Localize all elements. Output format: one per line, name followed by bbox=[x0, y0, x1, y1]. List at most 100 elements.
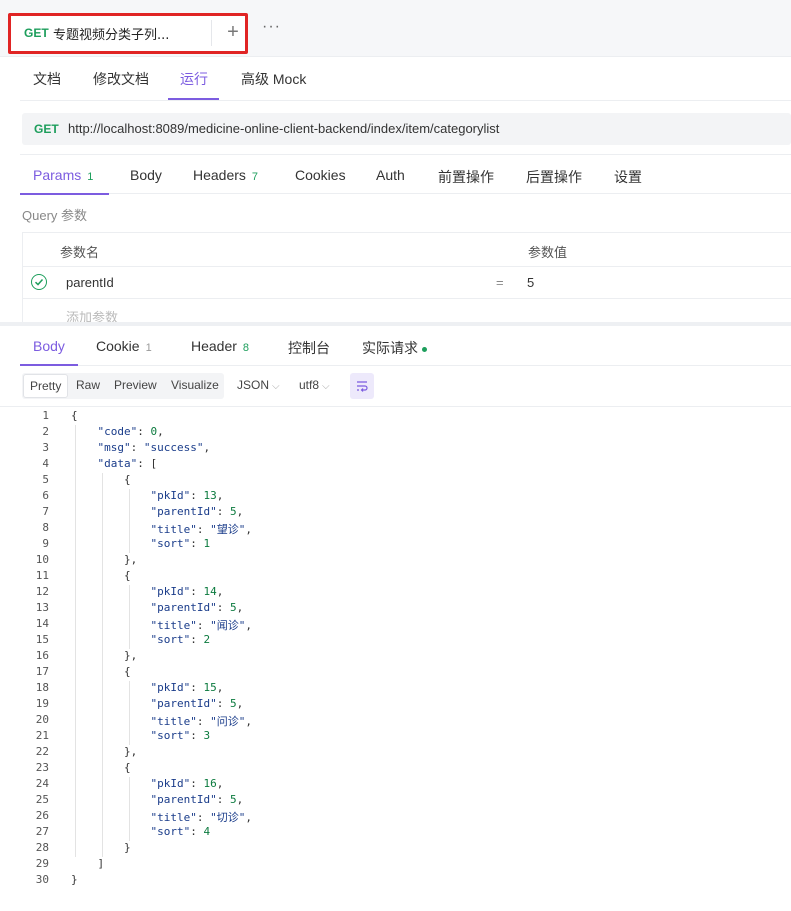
tab-response-header[interactable]: Header 8 bbox=[191, 338, 249, 354]
tab-params-label: Params bbox=[33, 167, 82, 183]
param-name-field[interactable]: parentId bbox=[66, 275, 114, 290]
params-count-badge: 1 bbox=[87, 171, 94, 183]
code-text: "title": "闻诊", bbox=[150, 619, 252, 632]
code-text: }, bbox=[71, 649, 138, 662]
code-line: 1{ bbox=[0, 409, 791, 425]
code-line: 12 "pkId": 14, bbox=[0, 585, 791, 601]
code-line: 7 "parentId": 5, bbox=[0, 505, 791, 521]
tab-cookie-label: Cookie bbox=[96, 338, 140, 354]
code-line: 10 }, bbox=[0, 553, 791, 569]
response-body-viewer[interactable]: 1{2 "code": 0, 3 "msg": "success", 4 "data… bbox=[0, 406, 791, 911]
code-line: 14 "title": "闻诊", bbox=[0, 617, 791, 633]
code-line: 9 "sort": 1 bbox=[0, 537, 791, 553]
url-bar[interactable]: GET http://localhost:8089/medicine-onlin… bbox=[22, 113, 791, 145]
param-value-field[interactable]: 5 bbox=[527, 275, 534, 290]
tab-headers[interactable]: Headers 7 bbox=[193, 167, 258, 183]
code-line: 20 "title": "问诊", bbox=[0, 713, 791, 729]
code-text: "sort": 3 bbox=[150, 729, 211, 742]
url-method[interactable]: GET bbox=[34, 122, 59, 136]
tab-run[interactable]: 运行 bbox=[180, 69, 208, 89]
line-number: 19 bbox=[35, 697, 49, 710]
code-line: 8 "title": "望诊", bbox=[0, 521, 791, 537]
line-number: 28 bbox=[35, 841, 49, 854]
tab-advanced-mock[interactable]: 高级 Mock bbox=[241, 69, 306, 89]
table-header: 参数名 参数值 bbox=[23, 233, 791, 267]
tab-edit-doc[interactable]: 修改文档 bbox=[93, 69, 149, 89]
cookie-count-badge: 1 bbox=[145, 342, 152, 354]
mode-preview[interactable]: Preview bbox=[114, 378, 157, 392]
line-number: 17 bbox=[35, 665, 49, 678]
ellipsis-icon[interactable]: ··· bbox=[262, 18, 281, 36]
line-number: 8 bbox=[42, 521, 49, 534]
code-text: "sort": 2 bbox=[150, 633, 211, 646]
line-number: 29 bbox=[35, 857, 49, 870]
tab-console[interactable]: 控制台 bbox=[288, 338, 330, 358]
code-line: 3 "msg": "success", bbox=[0, 441, 791, 457]
mode-raw[interactable]: Raw bbox=[76, 378, 100, 392]
line-number: 5 bbox=[42, 473, 49, 486]
url-input[interactable]: http://localhost:8089/medicine-online-cl… bbox=[68, 121, 499, 136]
request-tab-active[interactable]: GET 专题视频分类子列... + bbox=[8, 13, 248, 54]
wrap-lines-icon[interactable] bbox=[350, 373, 374, 399]
tab-actual-request[interactable]: 实际请求 bbox=[362, 338, 427, 358]
code-line: 4 "data": [ bbox=[0, 457, 791, 473]
code-text: "title": "问诊", bbox=[150, 715, 252, 728]
tab-body[interactable]: Body bbox=[130, 167, 162, 183]
tab-response-body[interactable]: Body bbox=[33, 338, 65, 354]
mode-visualize[interactable]: Visualize bbox=[171, 378, 219, 392]
code-text: { bbox=[71, 569, 131, 582]
code-line: 29 ] bbox=[0, 857, 791, 873]
line-number: 1 bbox=[42, 409, 49, 422]
line-number: 10 bbox=[35, 553, 49, 566]
encoding-value: utf8 bbox=[299, 378, 320, 392]
code-text: "sort": 1 bbox=[150, 537, 211, 550]
line-number: 27 bbox=[35, 825, 49, 838]
query-params-table: 参数名 参数值 parentId = 5 添加参数 bbox=[22, 232, 791, 325]
language-select[interactable]: JSON ⌵ bbox=[237, 378, 280, 392]
line-number: 22 bbox=[35, 745, 49, 758]
code-line: 16 }, bbox=[0, 649, 791, 665]
tab-doc[interactable]: 文档 bbox=[33, 69, 61, 89]
line-number: 16 bbox=[35, 649, 49, 662]
tab-actual-request-label: 实际请求 bbox=[362, 340, 418, 356]
code-text: "pkId": 13, bbox=[150, 489, 224, 502]
tab-auth[interactable]: Auth bbox=[376, 167, 405, 183]
tab-settings[interactable]: 设置 bbox=[614, 167, 642, 187]
tab-params[interactable]: Params 1 bbox=[33, 167, 93, 183]
code-text: "data": [ bbox=[97, 457, 158, 470]
code-text: "pkId": 15, bbox=[150, 681, 224, 694]
code-line: 11 { bbox=[0, 569, 791, 585]
line-number: 2 bbox=[42, 425, 49, 438]
line-number: 18 bbox=[35, 681, 49, 694]
col-param-name: 参数名 bbox=[60, 245, 100, 260]
tab-pre-actions[interactable]: 前置操作 bbox=[438, 167, 494, 187]
code-text: ] bbox=[71, 857, 105, 870]
tab-post-actions[interactable]: 后置操作 bbox=[526, 167, 582, 187]
code-line: 19 "parentId": 5, bbox=[0, 697, 791, 713]
mode-pretty[interactable]: Pretty bbox=[23, 374, 69, 398]
code-line: 18 "pkId": 15, bbox=[0, 681, 791, 697]
code-line: 21 "sort": 3 bbox=[0, 729, 791, 745]
line-number: 20 bbox=[35, 713, 49, 726]
code-text: "parentId": 5, bbox=[150, 697, 244, 710]
plus-icon[interactable]: + bbox=[223, 19, 243, 45]
tab-divider bbox=[211, 20, 212, 46]
status-dot bbox=[422, 346, 427, 352]
check-circle-icon[interactable] bbox=[31, 274, 47, 290]
code-line: 26 "title": "切诊", bbox=[0, 809, 791, 825]
encoding-select[interactable]: utf8 ⌵ bbox=[299, 378, 330, 392]
line-number: 3 bbox=[42, 441, 49, 454]
code-line: 27 "sort": 4 bbox=[0, 825, 791, 841]
code-text: { bbox=[71, 761, 131, 774]
tab-response-cookie[interactable]: Cookie 1 bbox=[96, 338, 152, 354]
code-text: "code": 0, bbox=[97, 425, 164, 438]
code-text: { bbox=[71, 409, 78, 422]
header-count-badge: 8 bbox=[242, 342, 250, 354]
line-number: 12 bbox=[35, 585, 49, 598]
line-number: 23 bbox=[35, 761, 49, 774]
code-text: "pkId": 14, bbox=[150, 585, 224, 598]
code-line: 5 { bbox=[0, 473, 791, 489]
tab-cookies[interactable]: Cookies bbox=[295, 167, 346, 183]
code-line: 17 { bbox=[0, 665, 791, 681]
code-line: 22 }, bbox=[0, 745, 791, 761]
